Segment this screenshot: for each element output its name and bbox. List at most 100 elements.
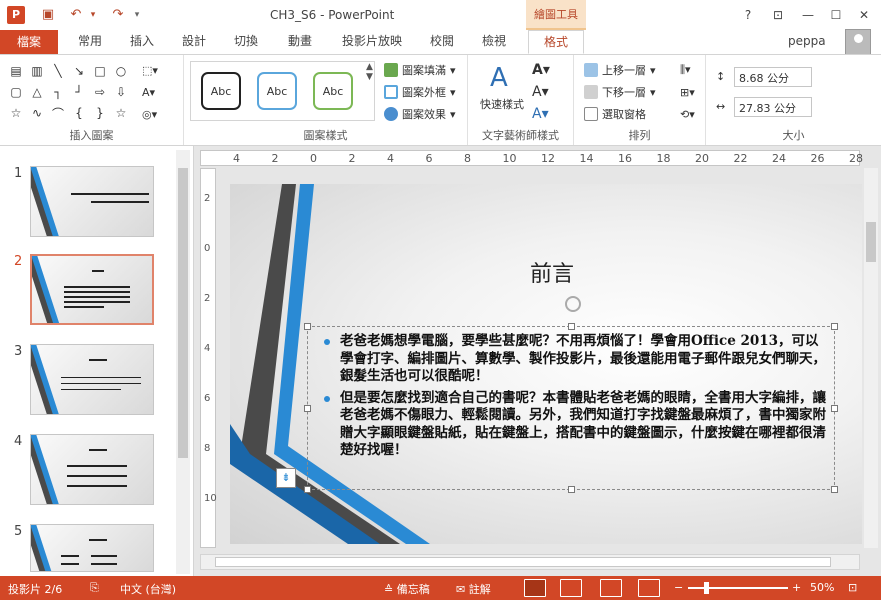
gallery-more-icon[interactable]: ▲ ▼ bbox=[366, 62, 373, 82]
slide-scrollbar[interactable] bbox=[864, 168, 878, 548]
send-backward-button[interactable]: 下移一層 ▾ bbox=[584, 83, 656, 101]
tab-insert[interactable]: 插入 bbox=[122, 30, 162, 54]
bullet-item[interactable]: 但是要怎麼找到適合自己的書呢？本書體貼老爸老媽的眼睛，全書用大字編排，讓老爸老媽… bbox=[324, 390, 830, 460]
redo-icon[interactable]: ↷ bbox=[108, 6, 128, 24]
slide-count[interactable]: 投影片 2/6 bbox=[8, 581, 62, 597]
quick-styles-button[interactable]: 快速樣式 bbox=[480, 95, 524, 113]
resize-handle[interactable] bbox=[304, 323, 311, 330]
style-sample-green[interactable]: Abc bbox=[313, 72, 353, 110]
horizontal-ruler[interactable]: 4 2 0 2 4 6 8 10 12 14 16 18 20 22 24 26 28 bbox=[200, 150, 863, 166]
save-icon[interactable]: ▣ bbox=[38, 6, 58, 24]
shape-fill-button[interactable]: 圖案填滿 ▾ bbox=[384, 61, 456, 79]
slideshow-button[interactable] bbox=[638, 579, 660, 597]
more-shapes-icon[interactable]: ☆ bbox=[111, 103, 131, 123]
rounded-rect-icon[interactable]: ▢ bbox=[6, 82, 26, 102]
shapes-gallery[interactable]: ▤ ▥ ╲ ↘ □ ○ ▢ △ ┐ ┘ ⇨ ⇩ ☆ ∿ ⌒ { } ☆ bbox=[6, 61, 131, 123]
text-fill-icon[interactable]: A▾ bbox=[532, 61, 550, 79]
shape-outline-button[interactable]: 圖案外框 ▾ bbox=[384, 83, 456, 101]
rotate-icon[interactable]: ⟲▾ bbox=[680, 105, 695, 123]
width-input[interactable]: 27.83 公分 bbox=[734, 97, 812, 117]
wordart-a-icon[interactable]: A bbox=[490, 63, 508, 93]
undo-icon[interactable]: ↶ bbox=[66, 6, 86, 24]
thumbnail-scrollbar[interactable] bbox=[176, 150, 190, 574]
shape-effects-button[interactable]: 圖案效果 ▾ bbox=[384, 105, 456, 123]
comments-button[interactable]: ✉ 註解 bbox=[456, 581, 491, 597]
arc-icon[interactable]: ⌒ bbox=[48, 103, 68, 123]
align-icon[interactable]: ⫼▾ bbox=[680, 61, 691, 79]
textbox-draw-icon[interactable]: A▾ bbox=[142, 83, 155, 101]
resize-handle[interactable] bbox=[831, 486, 838, 493]
merge-shapes-icon[interactable]: ◎▾ bbox=[142, 105, 157, 123]
tab-view[interactable]: 檢視 bbox=[474, 30, 514, 54]
tab-review[interactable]: 校閱 bbox=[422, 30, 462, 54]
bullet-item[interactable]: 老爸老媽想學電腦，要學些甚麼呢？不用再煩惱了！學會用Office 2013，可以… bbox=[324, 333, 830, 386]
elbow-arrow-icon[interactable]: ┘ bbox=[69, 82, 89, 102]
maximize-button[interactable]: ☐ bbox=[824, 6, 848, 24]
avatar[interactable] bbox=[845, 29, 871, 55]
resize-handle[interactable] bbox=[568, 486, 575, 493]
elbow-connector-icon[interactable]: ┐ bbox=[48, 82, 68, 102]
text-outline-icon[interactable]: A▾ bbox=[532, 83, 549, 101]
undo-dropdown-icon[interactable]: ▾ bbox=[88, 6, 98, 24]
tab-file[interactable]: 檔案 bbox=[0, 30, 58, 54]
resize-handle[interactable] bbox=[568, 323, 575, 330]
normal-view-button[interactable] bbox=[524, 579, 546, 597]
slide-title[interactable]: 前言 bbox=[530, 256, 574, 288]
style-sample-blue[interactable]: Abc bbox=[257, 72, 297, 110]
tab-slideshow[interactable]: 投影片放映 bbox=[334, 30, 410, 54]
rotate-handle-icon[interactable] bbox=[565, 296, 581, 312]
spelling-check-icon[interactable]: ⎘ bbox=[90, 581, 99, 595]
user-name[interactable]: peppa bbox=[788, 34, 826, 48]
zoom-in-button[interactable]: + bbox=[792, 581, 801, 594]
right-arrow-icon[interactable]: ⇨ bbox=[90, 82, 110, 102]
group-objects-icon[interactable]: ⊞▾ bbox=[680, 83, 695, 101]
horizontal-scrollbar-thumb[interactable] bbox=[215, 557, 831, 567]
fit-to-window-icon[interactable]: ⊡ bbox=[848, 581, 857, 594]
tab-transitions[interactable]: 切換 bbox=[226, 30, 266, 54]
autofit-options-icon[interactable]: ⇟ bbox=[276, 468, 296, 488]
reading-view-button[interactable] bbox=[600, 579, 622, 597]
triangle-icon[interactable]: △ bbox=[27, 82, 47, 102]
style-sample-black[interactable]: Abc bbox=[201, 72, 241, 110]
resize-handle[interactable] bbox=[304, 486, 311, 493]
star-icon[interactable]: ☆ bbox=[6, 103, 26, 123]
brace-right-icon[interactable]: } bbox=[90, 103, 110, 123]
tab-format[interactable]: 格式 bbox=[528, 30, 584, 54]
selection-pane-button[interactable]: 選取窗格 bbox=[584, 105, 646, 123]
curve-icon[interactable]: ∿ bbox=[27, 103, 47, 123]
vertical-ruler[interactable]: 2 0 2 4 6 8 10 bbox=[200, 168, 217, 548]
arrow-line-icon[interactable]: ↘ bbox=[69, 61, 89, 81]
slide-canvas[interactable]: 前言 老爸老媽想學電腦，要學些甚麼呢？不用再煩惱了！學會用Office 2013… bbox=[230, 184, 862, 544]
brace-left-icon[interactable]: { bbox=[69, 103, 89, 123]
vertical-textbox-icon[interactable]: ▥ bbox=[27, 61, 47, 81]
shape-styles-gallery[interactable]: Abc Abc Abc bbox=[190, 61, 375, 121]
resize-handle[interactable] bbox=[304, 405, 311, 412]
help-icon[interactable]: ? bbox=[736, 6, 760, 24]
zoom-out-button[interactable]: − bbox=[674, 581, 683, 594]
slide-thumbnail-2[interactable] bbox=[30, 254, 154, 325]
content-placeholder[interactable]: 老爸老媽想學電腦，要學些甚麼呢？不用再煩惱了！學會用Office 2013，可以… bbox=[304, 323, 838, 493]
zoom-level[interactable]: 50% bbox=[810, 581, 834, 594]
rectangle-icon[interactable]: □ bbox=[90, 61, 110, 81]
slide-thumbnail-3[interactable] bbox=[30, 344, 154, 415]
edit-shape-icon[interactable]: ⬚▾ bbox=[142, 61, 158, 79]
tab-design[interactable]: 設計 bbox=[174, 30, 214, 54]
thumbnail-scrollbar-thumb[interactable] bbox=[178, 168, 188, 458]
slide-thumbnail-5[interactable] bbox=[30, 524, 154, 572]
notes-button[interactable]: ≙ 備忘稿 bbox=[384, 581, 430, 597]
resize-handle[interactable] bbox=[831, 323, 838, 330]
ribbon-display-options-icon[interactable]: ⊡ bbox=[766, 6, 790, 24]
close-button[interactable]: ✕ bbox=[852, 6, 876, 24]
horizontal-scrollbar[interactable] bbox=[200, 554, 860, 570]
slide-thumbnail-4[interactable] bbox=[30, 434, 154, 505]
line-icon[interactable]: ╲ bbox=[48, 61, 68, 81]
bring-forward-button[interactable]: 上移一層 ▾ bbox=[584, 61, 656, 79]
slide-sorter-button[interactable] bbox=[560, 579, 582, 597]
language-indicator[interactable]: 中文 (台灣) bbox=[120, 581, 176, 597]
zoom-slider[interactable] bbox=[688, 587, 788, 589]
oval-icon[interactable]: ○ bbox=[111, 61, 131, 81]
customize-qat-icon[interactable]: ▾ bbox=[132, 6, 142, 24]
resize-handle[interactable] bbox=[831, 405, 838, 412]
tab-animations[interactable]: 動畫 bbox=[280, 30, 320, 54]
zoom-slider-knob[interactable] bbox=[704, 582, 709, 594]
